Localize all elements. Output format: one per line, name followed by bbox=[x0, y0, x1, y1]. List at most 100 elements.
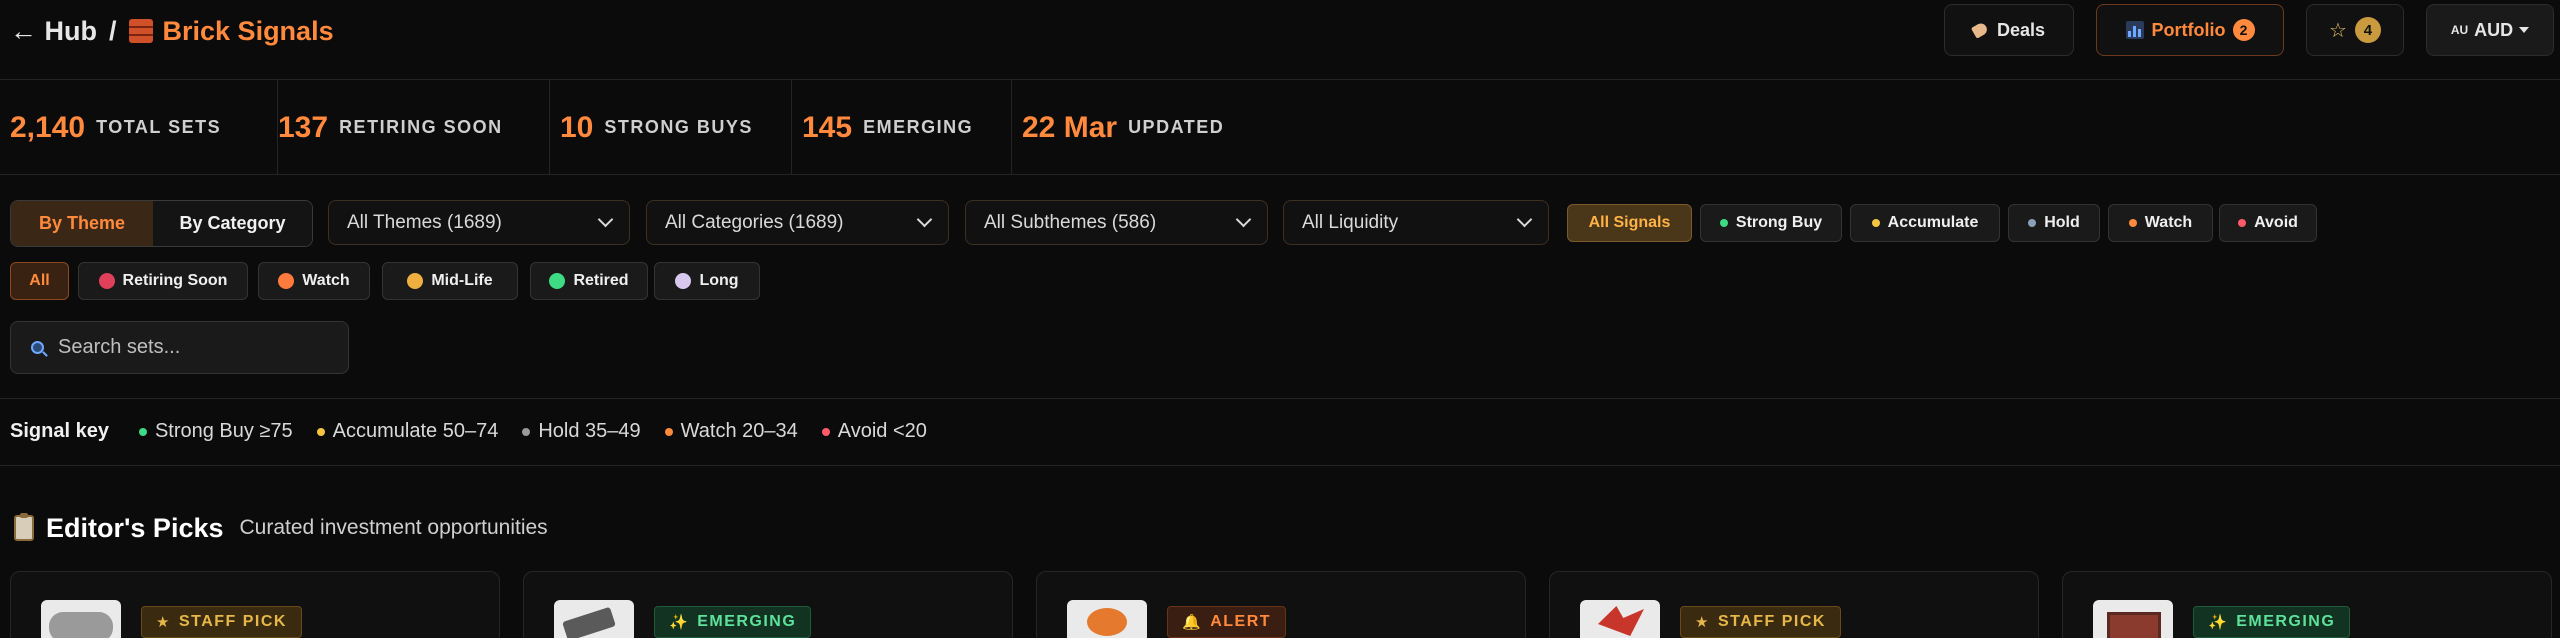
editors-picks-header: Editor's Picks Curated investment opport… bbox=[14, 510, 548, 546]
lavender-circle-icon bbox=[675, 273, 692, 289]
signal-key-label: Watch 20–34 bbox=[680, 420, 798, 442]
search-input[interactable]: Search sets... bbox=[10, 321, 349, 374]
stat-value: 145 bbox=[802, 110, 853, 144]
stat-retiring-soon: 137 RETIRING SOON bbox=[278, 80, 550, 175]
stat-updated: 22 Mar UPDATED bbox=[1012, 80, 1262, 175]
pick-card[interactable]: ✨ EMERGING bbox=[2062, 571, 2552, 638]
stat-label: TOTAL SETS bbox=[96, 117, 222, 137]
editors-picks-title: Editor's Picks bbox=[46, 512, 224, 543]
pick-card[interactable]: ★ STAFF PICK bbox=[1549, 571, 2039, 638]
liquidity-select-value: All Liquidity bbox=[1302, 211, 1399, 233]
green-circle-icon bbox=[549, 273, 566, 289]
orange-circle-icon bbox=[278, 273, 295, 289]
stat-value: 2,140 bbox=[10, 110, 86, 144]
signal-filter-accumulate[interactable]: Accumulate bbox=[1850, 204, 2000, 242]
stat-value: 22 Mar bbox=[1022, 110, 1118, 144]
orange-dot-icon bbox=[664, 427, 673, 436]
lifecycle-filter-watch[interactable]: Watch bbox=[258, 262, 370, 300]
stat-label: EMERGING bbox=[863, 117, 974, 137]
favorites-button[interactable]: ☆ 4 bbox=[2306, 4, 2404, 56]
gray-dot-icon bbox=[522, 427, 531, 436]
signal-filter-label: Avoid bbox=[2254, 214, 2298, 231]
yellow-circle-icon bbox=[407, 273, 424, 289]
subthemes-select-value: All Subthemes (586) bbox=[984, 211, 1157, 233]
set-thumbnail bbox=[1067, 600, 1147, 638]
portfolio-button[interactable]: Portfolio 2 bbox=[2096, 4, 2284, 56]
lifecycle-filter-label: Long bbox=[699, 272, 739, 289]
themes-select[interactable]: All Themes (1689) bbox=[328, 200, 630, 245]
star-icon: ☆ bbox=[2329, 19, 2347, 42]
signal-filter-hold[interactable]: Hold bbox=[2008, 204, 2100, 242]
clipboard-icon bbox=[14, 513, 34, 541]
alert-badge: 🔔 ALERT bbox=[1167, 606, 1287, 638]
breadcrumb-separator: / bbox=[109, 15, 117, 46]
liquidity-select[interactable]: All Liquidity bbox=[1283, 200, 1549, 245]
editors-picks-subtitle: Curated investment opportunities bbox=[239, 516, 548, 539]
lifecycle-filter-all[interactable]: All bbox=[10, 262, 69, 300]
signal-key-accumulate: Accumulate 50–74 bbox=[316, 420, 499, 443]
signal-key-label: Strong Buy ≥75 bbox=[154, 420, 293, 442]
badge-label: STAFF PICK bbox=[178, 613, 287, 630]
search-icon bbox=[31, 341, 44, 354]
brick-icon bbox=[128, 19, 153, 43]
search-placeholder: Search sets... bbox=[58, 336, 181, 358]
signal-key-label: Hold 35–49 bbox=[538, 420, 641, 442]
signal-filter-avoid[interactable]: Avoid bbox=[2219, 204, 2317, 242]
by-category-toggle[interactable]: By Category bbox=[153, 201, 312, 246]
portfolio-label: Portfolio bbox=[2151, 19, 2226, 40]
emerging-badge: ✨ EMERGING bbox=[654, 606, 812, 638]
categories-select[interactable]: All Categories (1689) bbox=[646, 200, 949, 245]
view-toggle: By Theme By Category bbox=[10, 200, 313, 247]
breadcrumb: ← Hub / Brick Signals bbox=[10, 12, 334, 50]
lifecycle-filter-label: Retired bbox=[573, 272, 629, 289]
portfolio-count-badge: 2 bbox=[2232, 19, 2255, 41]
signal-filter-label: Strong Buy bbox=[1735, 214, 1823, 231]
categories-select-value: All Categories (1689) bbox=[665, 211, 844, 233]
orange-dot-icon bbox=[2128, 219, 2137, 227]
favorites-count-badge: 4 bbox=[2354, 17, 2381, 43]
lifecycle-filter-retiring-soon[interactable]: Retiring Soon bbox=[78, 262, 248, 300]
pick-card[interactable]: ✨ EMERGING bbox=[523, 571, 1013, 638]
badge-label: EMERGING bbox=[697, 613, 797, 630]
chevron-down-icon bbox=[1235, 211, 1252, 228]
currency-label: AUD bbox=[2474, 19, 2514, 40]
lifecycle-filter-label: Watch bbox=[302, 272, 350, 289]
signal-filter-strong-buy[interactable]: Strong Buy bbox=[1700, 204, 1842, 242]
set-thumbnail bbox=[1580, 600, 1660, 638]
red-dot-icon bbox=[2238, 219, 2247, 227]
lifecycle-filter-long[interactable]: Long bbox=[654, 262, 760, 300]
badge-label: STAFF PICK bbox=[1717, 613, 1826, 630]
signal-key-title: Signal key bbox=[10, 420, 109, 442]
pick-card[interactable]: ★ STAFF PICK bbox=[10, 571, 500, 638]
deals-button[interactable]: Deals bbox=[1944, 4, 2074, 56]
stat-label: STRONG BUYS bbox=[604, 117, 753, 137]
signal-key-label: Accumulate 50–74 bbox=[332, 420, 499, 442]
currency-select[interactable]: AU AUD bbox=[2426, 4, 2554, 56]
signal-filter-label: Watch bbox=[2144, 214, 2193, 231]
signal-key-strong-buy: Strong Buy ≥75 bbox=[138, 420, 293, 443]
back-to-hub-link[interactable]: ← Hub bbox=[10, 16, 97, 47]
lifecycle-filter-mid-life[interactable]: Mid-Life bbox=[382, 262, 518, 300]
currency-flag: AU bbox=[2450, 23, 2469, 37]
yellow-dot-icon bbox=[316, 427, 325, 436]
staff-pick-badge: ★ STAFF PICK bbox=[141, 606, 302, 638]
signal-key-avoid: Avoid <20 bbox=[821, 420, 927, 443]
pick-card[interactable]: 🔔 ALERT bbox=[1036, 571, 1526, 638]
stat-value: 137 bbox=[278, 110, 329, 144]
stat-label: RETIRING SOON bbox=[339, 117, 503, 137]
lifecycle-filter-retired[interactable]: Retired bbox=[530, 262, 648, 300]
divider bbox=[0, 465, 2560, 466]
tag-icon bbox=[1970, 21, 1990, 39]
stat-emerging: 145 EMERGING bbox=[792, 80, 1012, 175]
chevron-down-icon bbox=[916, 211, 933, 228]
signal-filter-all[interactable]: All Signals bbox=[1567, 204, 1692, 242]
badge-label: ALERT bbox=[1210, 613, 1272, 630]
gray-dot-icon bbox=[2028, 219, 2037, 227]
chevron-down-icon bbox=[2519, 27, 2530, 33]
subthemes-select[interactable]: All Subthemes (586) bbox=[965, 200, 1268, 245]
by-theme-toggle[interactable]: By Theme bbox=[11, 201, 153, 246]
signal-filter-watch[interactable]: Watch bbox=[2108, 204, 2213, 242]
chart-icon bbox=[2125, 21, 2144, 39]
signal-key-watch: Watch 20–34 bbox=[664, 420, 798, 443]
bell-icon: 🔔 bbox=[1182, 614, 1203, 631]
